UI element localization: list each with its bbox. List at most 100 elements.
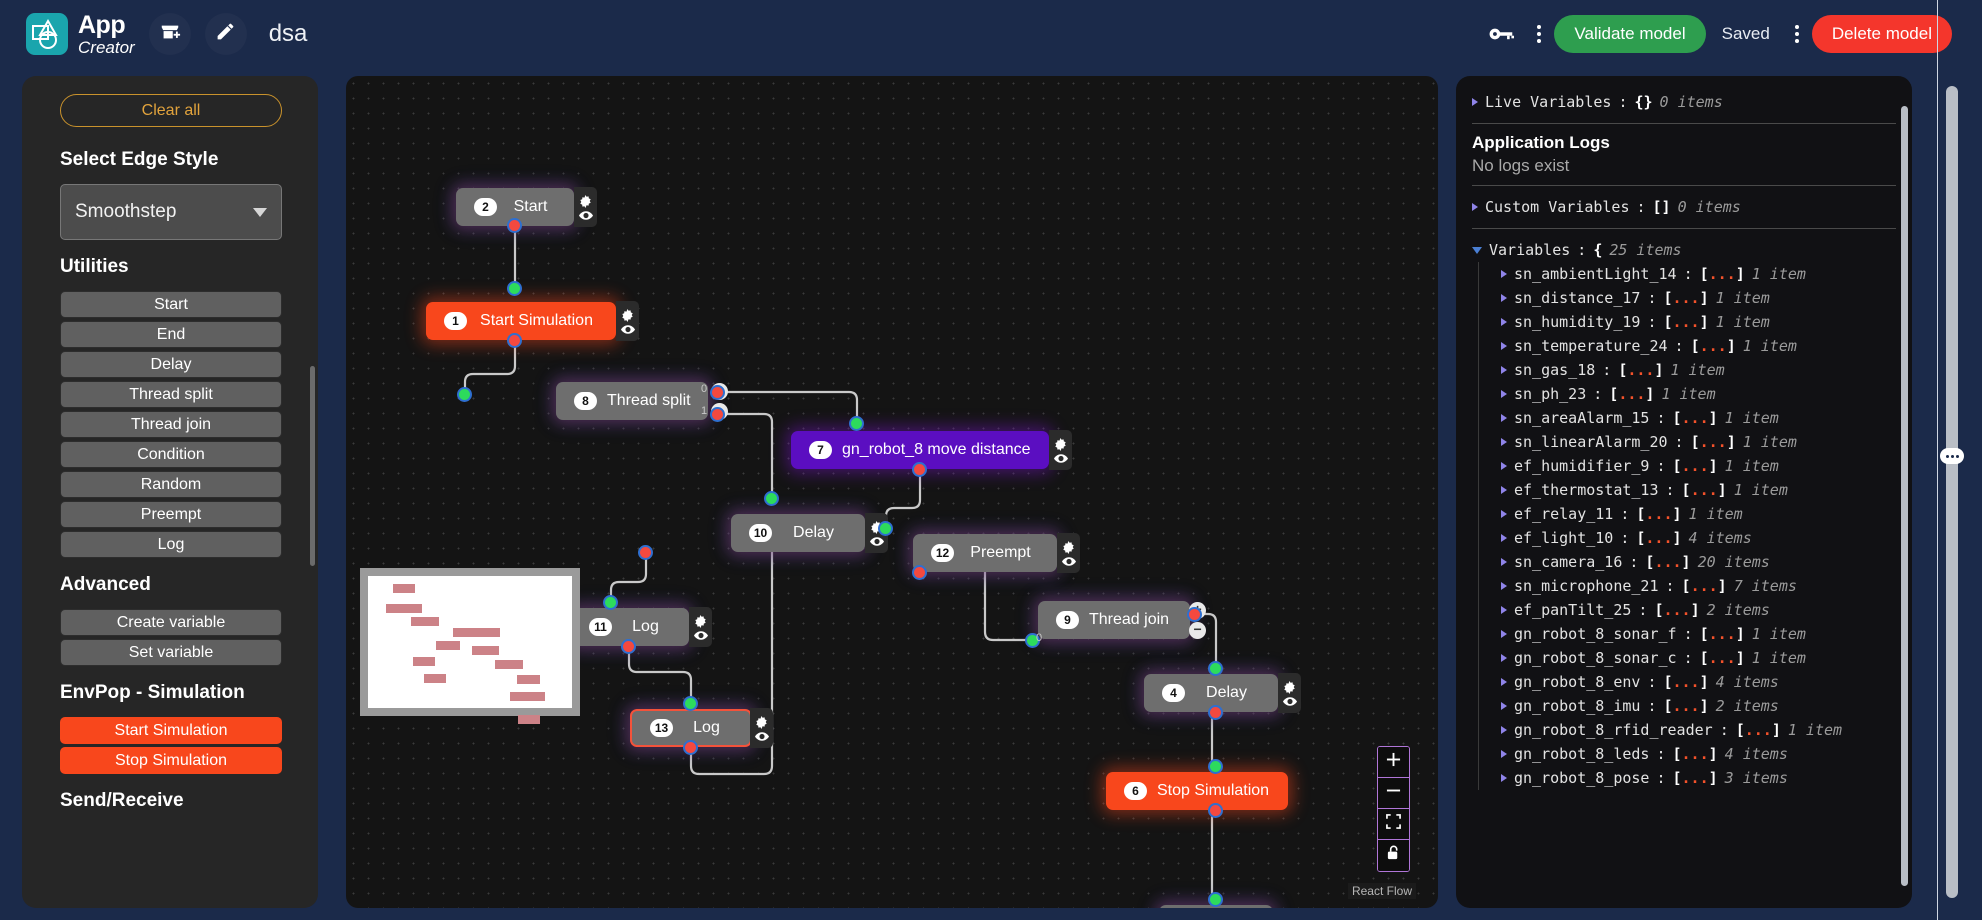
app-logo[interactable]: App Creator	[26, 12, 135, 56]
delete-model-button[interactable]: Delete model	[1811, 15, 1952, 53]
chevron-right-icon[interactable]	[1501, 582, 1507, 590]
kebab-menu-icon-right[interactable]	[1786, 19, 1808, 49]
flow-canvas[interactable]: 2Start 1Start Simulation 8Thread split+−…	[346, 76, 1438, 908]
node-source-handle[interactable]	[507, 333, 522, 348]
flow-node-thread-join[interactable]: 9Thread join+−	[1038, 601, 1207, 639]
sidebar-scrollbar[interactable]	[310, 366, 315, 566]
node-target-handle[interactable]	[1208, 759, 1223, 774]
node-target-handle[interactable]	[1208, 892, 1223, 907]
chevron-right-icon[interactable]	[1501, 606, 1507, 614]
variable-row[interactable]: gn_robot_8_pose: [...] 3 items	[1501, 766, 1896, 790]
zoom-in-button[interactable]	[1378, 747, 1409, 778]
chevron-right-icon[interactable]	[1501, 270, 1507, 278]
variable-row[interactable]: gn_robot_8_sonar_c: [...] 1 item	[1501, 646, 1896, 670]
flow-node-stop-simulation[interactable]: 6 Stop Simulation	[1106, 772, 1288, 810]
document-title[interactable]: dsa	[269, 20, 308, 48]
chevron-right-icon[interactable]	[1501, 366, 1507, 374]
chevron-right-icon[interactable]	[1501, 654, 1507, 662]
variable-row[interactable]: ef_thermostat_13: [...] 1 item	[1501, 478, 1896, 502]
flow-node-thread-split[interactable]: 8Thread split+−	[556, 382, 728, 420]
chevron-right-icon[interactable]	[1501, 750, 1507, 758]
variables-row[interactable]: Variables : { 25 items	[1472, 238, 1896, 262]
variable-row[interactable]: ef_humidifier_9: [...] 1 item	[1501, 454, 1896, 478]
variable-row[interactable]: ef_relay_11: [...] 1 item	[1501, 502, 1896, 526]
variable-row[interactable]: gn_robot_8_leds: [...] 4 items	[1501, 742, 1896, 766]
utility-button-random[interactable]: Random	[60, 471, 282, 498]
utility-button-condition[interactable]: Condition	[60, 441, 282, 468]
fit-view-button[interactable]	[1378, 809, 1409, 840]
live-variables-row[interactable]: Live Variables : {} 0 items	[1472, 90, 1896, 114]
utility-button-end[interactable]: End	[60, 321, 282, 348]
react-flow-attribution[interactable]: React Flow	[1347, 883, 1416, 899]
variable-row[interactable]: sn_linearAlarm_20: [...] 1 item	[1501, 430, 1896, 454]
variable-row[interactable]: sn_camera_16: [...] 20 items	[1501, 550, 1896, 574]
node-source-handle[interactable]	[1187, 607, 1202, 622]
chevron-right-icon[interactable]	[1501, 294, 1507, 302]
node-target-handle[interactable]	[457, 387, 472, 402]
node-source-handle[interactable]	[912, 462, 927, 477]
chevron-right-icon[interactable]	[1501, 630, 1507, 638]
variable-row[interactable]: sn_microphone_21: [...] 7 items	[1501, 574, 1896, 598]
advanced-button-set-variable[interactable]: Set variable	[60, 639, 282, 666]
variable-row[interactable]: ef_light_10: [...] 4 items	[1501, 526, 1896, 550]
node-target-handle[interactable]	[603, 595, 618, 610]
chevron-right-icon[interactable]	[1501, 390, 1507, 398]
utility-button-preempt[interactable]: Preempt	[60, 501, 282, 528]
page-scrollbar[interactable]	[1946, 86, 1958, 898]
chevron-down-icon[interactable]	[1472, 246, 1482, 254]
node-settings-visibility-tools[interactable]	[750, 708, 773, 748]
lock-toggle-button[interactable]	[1378, 840, 1409, 871]
chevron-right-icon[interactable]	[1501, 342, 1507, 350]
node-source-handle[interactable]	[710, 407, 725, 422]
chevron-right-icon[interactable]	[1472, 203, 1478, 211]
kebab-menu-icon-left[interactable]	[1528, 19, 1550, 49]
new-app-button[interactable]	[148, 13, 191, 55]
flow-node-delay[interactable]: 10 Delay	[731, 513, 888, 553]
node-settings-visibility-tools[interactable]	[574, 187, 597, 227]
chevron-right-icon[interactable]	[1501, 438, 1507, 446]
node-target-handle[interactable]	[1208, 661, 1223, 676]
chevron-right-icon[interactable]	[1501, 774, 1507, 782]
advanced-button-create-variable[interactable]: Create variable	[60, 609, 282, 636]
panel-resize-handle[interactable]	[1940, 448, 1964, 464]
node-settings-visibility-tools[interactable]	[1049, 430, 1072, 470]
node-source-handle[interactable]	[621, 639, 636, 654]
flow-node-start-simulation[interactable]: 1 Start Simulation	[426, 301, 639, 341]
validate-model-button[interactable]: Validate model	[1554, 15, 1706, 53]
node-settings-visibility-tools[interactable]	[1057, 533, 1080, 573]
flow-node-preempt[interactable]: 12 Preempt	[913, 533, 1080, 573]
variable-row[interactable]: gn_robot_8_sonar_f: [...] 1 item	[1501, 622, 1896, 646]
simulation-button-start-simulation[interactable]: Start Simulation	[60, 717, 282, 744]
custom-variables-row[interactable]: Custom Variables : [] 0 items	[1472, 195, 1896, 219]
node-source-handle[interactable]	[912, 565, 927, 580]
node-settings-visibility-tools[interactable]	[616, 301, 639, 341]
minimap[interactable]	[360, 568, 580, 724]
variable-row[interactable]: gn_robot_8_env: [...] 4 items	[1501, 670, 1896, 694]
chevron-right-icon[interactable]	[1501, 702, 1507, 710]
variable-row[interactable]: sn_humidity_19: [...] 1 item	[1501, 310, 1896, 334]
chevron-right-icon[interactable]	[1501, 534, 1507, 542]
variable-row[interactable]: sn_gas_18: [...] 1 item	[1501, 358, 1896, 382]
utility-button-thread-join[interactable]: Thread join	[60, 411, 282, 438]
node-settings-visibility-tools[interactable]	[1278, 673, 1301, 713]
node-source-handle[interactable]	[507, 218, 522, 233]
chevron-right-icon[interactable]	[1501, 510, 1507, 518]
node-target-handle[interactable]	[683, 696, 698, 711]
right-panel-scrollbar[interactable]	[1901, 106, 1908, 886]
variable-row[interactable]: sn_ambientLight_14: [...] 1 item	[1501, 262, 1896, 286]
variable-row[interactable]: sn_temperature_24: [...] 1 item	[1501, 334, 1896, 358]
utility-button-thread-split[interactable]: Thread split	[60, 381, 282, 408]
chevron-right-icon[interactable]	[1501, 726, 1507, 734]
variable-row[interactable]: sn_areaAlarm_15: [...] 1 item	[1501, 406, 1896, 430]
variable-row[interactable]: ef_panTilt_25: [...] 2 items	[1501, 598, 1896, 622]
chevron-right-icon[interactable]	[1472, 98, 1478, 106]
edit-name-button[interactable]	[204, 13, 247, 55]
node-source-handle[interactable]	[710, 385, 725, 400]
chevron-right-icon[interactable]	[1501, 558, 1507, 566]
utility-button-log[interactable]: Log	[60, 531, 282, 558]
node-target-handle[interactable]	[849, 416, 864, 431]
utility-button-delay[interactable]: Delay	[60, 351, 282, 378]
variable-row[interactable]: sn_distance_17: [...] 1 item	[1501, 286, 1896, 310]
node-source-handle[interactable]	[638, 545, 653, 560]
chevron-right-icon[interactable]	[1501, 486, 1507, 494]
